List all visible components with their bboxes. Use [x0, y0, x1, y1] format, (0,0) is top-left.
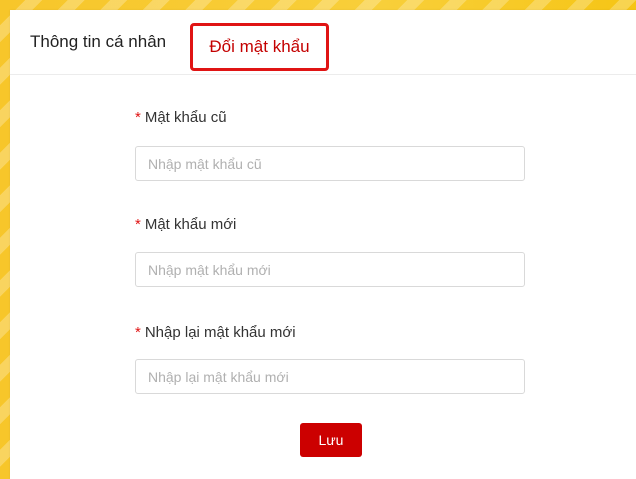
tab-change-password-label: Đổi mật khẩu: [209, 37, 310, 56]
required-mark: *: [135, 109, 141, 126]
required-mark: *: [135, 216, 141, 233]
confirm-password-label-text: Nhập lại mật khẩu mới: [144, 324, 296, 341]
new-password-input[interactable]: [135, 252, 525, 287]
account-settings-card: Thông tin cá nhân Đổi mật khẩu * Mật khẩu…: [10, 10, 636, 479]
new-password-label: * Mật khẩu mới: [135, 216, 236, 233]
required-mark: *: [135, 324, 141, 341]
confirm-password-input[interactable]: [135, 359, 525, 394]
tab-personal-info-label: Thông tin cá nhân: [30, 32, 167, 51]
old-password-label-text: Mật khẩu cũ: [144, 109, 227, 126]
new-password-label-text: Mật khẩu mới: [144, 216, 237, 233]
tab-change-password[interactable]: Đổi mật khẩu: [190, 23, 329, 71]
confirm-password-label: * Nhập lại mật khẩu mới: [135, 324, 296, 341]
save-button[interactable]: Lưu: [300, 423, 362, 457]
old-password-input[interactable]: [135, 146, 525, 181]
tab-personal-info[interactable]: Thông tin cá nhân: [30, 10, 166, 74]
tab-bar: Thông tin cá nhân Đổi mật khẩu: [10, 10, 636, 75]
old-password-label: * Mật khẩu cũ: [135, 109, 227, 126]
